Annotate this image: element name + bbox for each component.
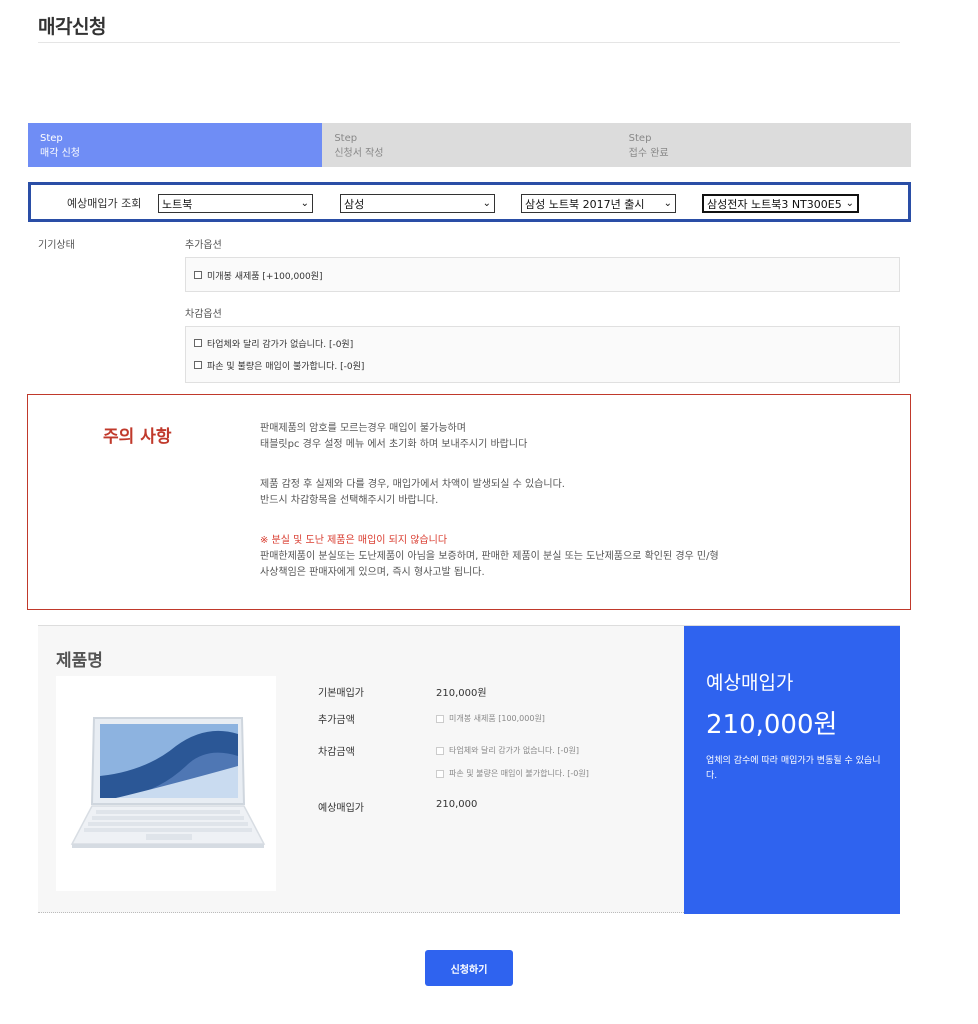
step-1: Step 매각 신청 — [28, 123, 323, 167]
price-note: 업체의 감수에 따라 매입가가 변동될 수 있습니다. — [706, 756, 881, 781]
notice-line: 태블릿pc 경우 설정 메뉴 에서 초기화 하며 보내주시기 바랍니다 — [260, 439, 528, 450]
deduct-option-2-label: 파손 및 불량은 매입이 불가합니다. [-0원] — [207, 361, 365, 372]
notice-warning: ※ 분실 및 도난 제품은 매입이 되지 않습니다 — [260, 535, 448, 546]
laptop-icon — [70, 717, 266, 848]
base-price-value: 210,000원 — [436, 688, 487, 699]
title-divider — [38, 42, 900, 43]
price-query-box: 예상매입가 조회 노트북 ⌄ 삼성 ⌄ 삼성 노트북 2017년 출시 ⌄ 삼성… — [28, 182, 911, 222]
step-2-name: 신청서 작성 — [334, 148, 384, 159]
chevron-down-icon: ⌄ — [663, 198, 672, 209]
add-amount-label: 추가금액 — [318, 715, 355, 726]
price-value: 210,000원 — [706, 710, 838, 740]
step-progress: Step 매각 신청 Step 신청서 작성 Step 접수 완료 — [28, 123, 911, 167]
condition-label: 기기상태 — [38, 240, 75, 251]
notice-line: 제품 감정 후 실제와 다를 경우, 매입가에서 차액이 발생되실 수 있습니다… — [260, 479, 565, 490]
page-title: 매각신청 — [38, 16, 106, 38]
submit-button[interactable]: 신청하기 — [425, 950, 513, 986]
expected-price-value: 210,000 — [436, 799, 478, 810]
step-2-label: Step — [334, 133, 358, 144]
checkbox-icon — [436, 746, 444, 755]
deduct-amount-option-1: 타업체와 달리 감가가 없습니다. [-0원] — [436, 745, 579, 756]
notice-line: 판매제품의 암호를 모르는경우 매입이 불가능하며 — [260, 423, 466, 434]
series-value: 삼성 노트북 2017년 출시 — [525, 197, 645, 211]
category-select[interactable]: 노트북 ⌄ — [158, 194, 313, 213]
step-3: Step 접수 완료 — [616, 123, 911, 167]
price-title: 예상매입가 — [706, 672, 794, 694]
model-value: 삼성전자 노트북3 NT300E5I — [707, 197, 842, 211]
deduct-amount-option-2: 파손 및 불량은 매입이 불가합니다. [-0원] — [436, 768, 589, 779]
model-select[interactable]: 삼성전자 노트북3 NT300E5I ⌄ — [702, 194, 859, 213]
product-image — [56, 676, 276, 891]
deduct-amount-text-2: 파손 및 불량은 매입이 불가합니다. [-0원] — [449, 769, 589, 778]
add-amount-option: 미개봉 새제품 [100,000원] — [436, 713, 545, 724]
deduct-option-2[interactable]: 파손 및 불량은 매입이 불가합니다. [-0원] — [186, 354, 899, 376]
add-amount-text: 미개봉 새제품 [100,000원] — [449, 714, 545, 723]
deduct-amount-label: 차감금액 — [318, 747, 355, 758]
series-select[interactable]: 삼성 노트북 2017년 출시 ⌄ — [521, 194, 676, 213]
chevron-down-icon: ⌄ — [482, 198, 491, 209]
expected-price-panel: 예상매입가 210,000원 업체의 감수에 따라 매입가가 변동될 수 있습니… — [684, 626, 900, 914]
checkbox-icon — [436, 769, 444, 778]
notice-box: 주의 사항 판매제품의 암호를 모르는경우 매입이 불가능하며 태블릿pc 경우… — [27, 394, 911, 610]
estimate-result: 제품명 기본매입가 210,000원 추가금액 미개봉 새제품 [100,000… — [38, 625, 900, 914]
checkbox-icon — [436, 714, 444, 723]
add-option-label: 미개봉 새제품 [+100,000원] — [207, 271, 323, 282]
add-option-new[interactable]: 미개봉 새제품 [+100,000원] — [186, 264, 899, 286]
checkbox-icon[interactable] — [194, 361, 202, 369]
chevron-down-icon: ⌄ — [300, 198, 309, 209]
deduct-option-1[interactable]: 타업체와 달리 감가가 없습니다. [-0원] — [186, 332, 899, 354]
product-name-label: 제품명 — [56, 651, 103, 671]
notice-title: 주의 사항 — [103, 427, 172, 447]
step-2: Step 신청서 작성 — [322, 123, 617, 167]
step-3-label: Step — [628, 133, 652, 144]
deduct-options-box: 타업체와 달리 감가가 없습니다. [-0원] 파손 및 불량은 매입이 불가합… — [185, 326, 900, 383]
chevron-down-icon: ⌄ — [845, 198, 854, 209]
deduct-option-1-label: 타업체와 달리 감가가 없습니다. [-0원] — [207, 339, 354, 350]
notice-line: 사상책임은 판매자에게 있으며, 즉시 형사고발 됩니다. — [260, 567, 485, 578]
notice-paragraph-2: 제품 감정 후 실제와 다를 경우, 매입가에서 차액이 발생되실 수 있습니다… — [260, 477, 565, 509]
notice-line: 반드시 차감항목을 선택해주시기 바랍니다. — [260, 495, 439, 506]
notice-paragraph-3: ※ 분실 및 도난 제품은 매입이 되지 않습니다 판매한제품이 분실또는 도난… — [260, 533, 719, 581]
notice-line: 판매한제품이 분실또는 도난제품이 아님을 보증하며, 판매한 제품이 분실 또… — [260, 551, 719, 562]
step-1-label: Step — [40, 133, 63, 144]
expected-price-label: 예상매입가 — [318, 803, 364, 814]
add-options-box: 미개봉 새제품 [+100,000원] — [185, 257, 900, 292]
query-label: 예상매입가 조회 — [67, 197, 142, 210]
checkbox-icon[interactable] — [194, 271, 202, 279]
step-1-name: 매각 신청 — [40, 148, 80, 159]
add-options-title: 추가옵션 — [185, 240, 222, 251]
notice-paragraph-1: 판매제품의 암호를 모르는경우 매입이 불가능하며 태블릿pc 경우 설정 메뉴… — [260, 421, 527, 453]
base-price-label: 기본매입가 — [318, 688, 364, 699]
deduct-options-title: 차감옵션 — [185, 309, 222, 320]
checkbox-icon[interactable] — [194, 339, 202, 347]
brand-select[interactable]: 삼성 ⌄ — [340, 194, 495, 213]
category-value: 노트북 — [162, 197, 193, 211]
brand-value: 삼성 — [344, 197, 365, 211]
step-3-name: 접수 완료 — [628, 148, 669, 159]
deduct-amount-text-1: 타업체와 달리 감가가 없습니다. [-0원] — [449, 746, 579, 755]
